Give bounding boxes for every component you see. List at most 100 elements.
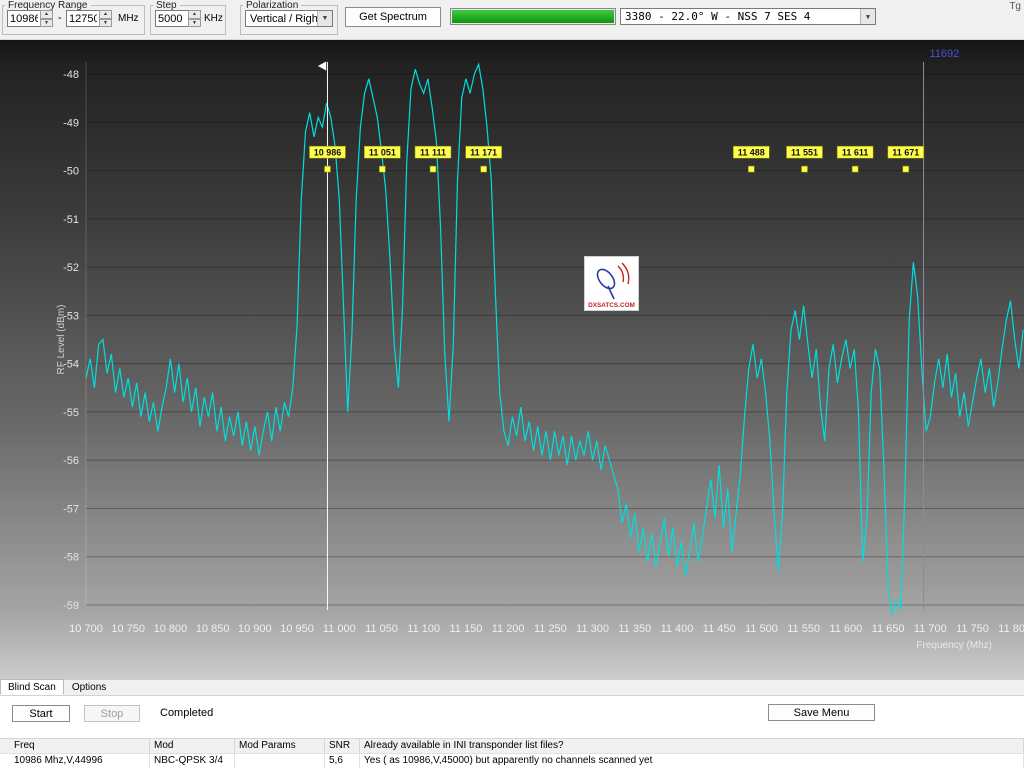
chevron-down-icon: ▼ <box>860 9 875 24</box>
signal-arc <box>618 266 623 282</box>
freq-to-spinner: ▲ ▼ <box>66 10 112 27</box>
x-tick-label: 11 300 <box>576 623 609 635</box>
x-tick-label: 11 400 <box>661 623 694 635</box>
spectrum-plot[interactable]: -48-49-50-51-52-53-54-55-56-57-58-5910 7… <box>0 40 1024 680</box>
polarization-group: Polarization Vertical / Right ▼ <box>240 1 338 35</box>
spectrum-area: -48-49-50-51-52-53-54-55-56-57-58-5910 7… <box>0 40 1024 680</box>
cursor-arrow-icon[interactable] <box>317 61 326 71</box>
table-cell-mod[interactable]: NBC-QPSK 3/4 <box>150 753 235 768</box>
x-tick-label: 10 900 <box>238 623 272 635</box>
x-tick-label: 10 750 <box>111 623 145 635</box>
x-tick-label: 11 450 <box>703 623 736 635</box>
table-cell-mod-params[interactable] <box>235 753 325 768</box>
marker-tick <box>430 166 436 172</box>
x-axis-title: Frequency (Mhz) <box>916 640 992 651</box>
marker-tick <box>748 166 754 172</box>
satellite-value: 3380 - 22.0° W - NSS 7 SES 4 <box>621 10 860 23</box>
stop-button[interactable]: Stop <box>84 705 140 722</box>
column-header-availability: Already available in INI transponder lis… <box>360 738 1024 753</box>
marker-tick <box>852 166 858 172</box>
step-input[interactable] <box>155 10 188 27</box>
spectrum-trace <box>86 64 1023 614</box>
x-tick-label: 11 050 <box>365 623 398 635</box>
bottom-panel: Blind Scan Options Start Stop Completed … <box>0 680 1024 768</box>
satellite-select[interactable]: 3380 - 22.0° W - NSS 7 SES 4 ▼ <box>620 8 876 25</box>
y-tick-label: -59 <box>63 600 79 612</box>
x-tick-label: 10 700 <box>69 623 103 635</box>
x-tick-label: 11 800 <box>998 623 1024 635</box>
y-tick-label: -58 <box>63 552 79 564</box>
app-window: Frequency Range ▲ ▼ - ▲ ▼ MHz Step <box>0 0 1024 768</box>
step-spin-buttons: ▲ ▼ <box>188 10 201 27</box>
marker-flag-label: 10 986 <box>314 148 342 158</box>
marker-flag-label: 11 051 <box>369 148 396 158</box>
freq-from-input[interactable] <box>7 10 40 27</box>
table-cell-freq[interactable]: 10986 Mhz,V,44996 <box>0 753 150 768</box>
range-separator: - <box>58 12 62 24</box>
step-down-button[interactable]: ▼ <box>188 19 201 28</box>
marker-flag-label: 11 111 <box>420 148 446 158</box>
dish-icon <box>594 266 618 291</box>
freq-to-up-button[interactable]: ▲ <box>99 10 112 19</box>
freq-from-down-button[interactable]: ▼ <box>40 19 53 28</box>
get-spectrum-button[interactable]: Get Spectrum <box>345 7 441 27</box>
chevron-down-icon: ▼ <box>317 11 332 26</box>
marker-tick <box>801 166 807 172</box>
polarization-value: Vertical / Right <box>246 13 317 25</box>
x-tick-label: 11 100 <box>407 623 440 635</box>
x-tick-label: 10 950 <box>280 623 314 635</box>
step-up-button[interactable]: ▲ <box>188 10 201 19</box>
freq-to-down-button[interactable]: ▼ <box>99 19 112 28</box>
scan-status: Completed <box>160 707 213 719</box>
x-tick-label: 11 600 <box>829 623 862 635</box>
marker-tick <box>324 166 330 172</box>
marker-flag-label: 11 488 <box>738 148 765 158</box>
y-tick-label: -56 <box>63 455 79 467</box>
reference-line-label: 11692 <box>930 48 960 60</box>
column-header-mod-params: Mod Params <box>235 738 325 753</box>
y-tick-label: -49 <box>63 117 79 129</box>
x-tick-label: 11 000 <box>323 623 356 635</box>
scan-results-table: Freq Mod Mod Params SNR Already availabl… <box>0 738 1024 768</box>
toolbar: Frequency Range ▲ ▼ - ▲ ▼ MHz Step <box>0 0 1024 40</box>
x-tick-label: 11 550 <box>787 623 820 635</box>
y-tick-label: -51 <box>63 214 79 226</box>
x-tick-label: 11 350 <box>618 623 651 635</box>
freq-from-spinner: ▲ ▼ <box>7 10 53 27</box>
column-header-snr: SNR <box>325 738 360 753</box>
column-header-freq: Freq <box>0 738 150 753</box>
freq-from-up-button[interactable]: ▲ <box>40 10 53 19</box>
logo-text: DXSATCS.COM <box>588 302 635 309</box>
freq-unit-label: MHz <box>118 13 139 24</box>
progress-bar <box>450 8 616 25</box>
start-button[interactable]: Start <box>12 705 70 722</box>
column-header-mod: Mod <box>150 738 235 753</box>
table-cell-availability[interactable]: Yes ( as 10986,V,45000) but apparently n… <box>360 753 1024 768</box>
tab-options[interactable]: Options <box>64 679 114 695</box>
marker-tick <box>903 166 909 172</box>
corner-text: Tg <box>1009 1 1021 12</box>
marker-flag-label: 11 551 <box>791 148 818 158</box>
x-tick-label: 11 250 <box>534 623 567 635</box>
y-tick-label: -48 <box>63 69 79 81</box>
y-tick-label: -50 <box>63 166 79 178</box>
table-cell-snr[interactable]: 5,6 <box>325 753 360 768</box>
save-menu-button[interactable]: Save Menu <box>768 704 875 721</box>
y-axis-title: RF Level (dBm) <box>56 304 67 374</box>
x-tick-label: 11 150 <box>450 623 483 635</box>
marker-tick <box>481 166 487 172</box>
polarization-select[interactable]: Vertical / Right ▼ <box>245 10 333 27</box>
polarization-label: Polarization <box>243 1 301 10</box>
frequency-range-group: Frequency Range ▲ ▼ - ▲ ▼ MHz <box>2 1 145 35</box>
freq-to-input[interactable] <box>66 10 99 27</box>
step-group: Step ▲ ▼ KHz <box>150 1 226 35</box>
y-tick-label: -52 <box>63 262 79 274</box>
y-tick-label: -57 <box>63 503 79 515</box>
marker-flag-label: 11 611 <box>842 148 869 158</box>
progress-fill <box>452 10 614 23</box>
tab-blind-scan[interactable]: Blind Scan <box>0 679 64 695</box>
x-tick-label: 10 800 <box>154 623 188 635</box>
tab-strip: Blind Scan Options <box>0 680 1024 696</box>
step-label: Step <box>153 1 180 10</box>
x-tick-label: 10 850 <box>196 623 230 635</box>
